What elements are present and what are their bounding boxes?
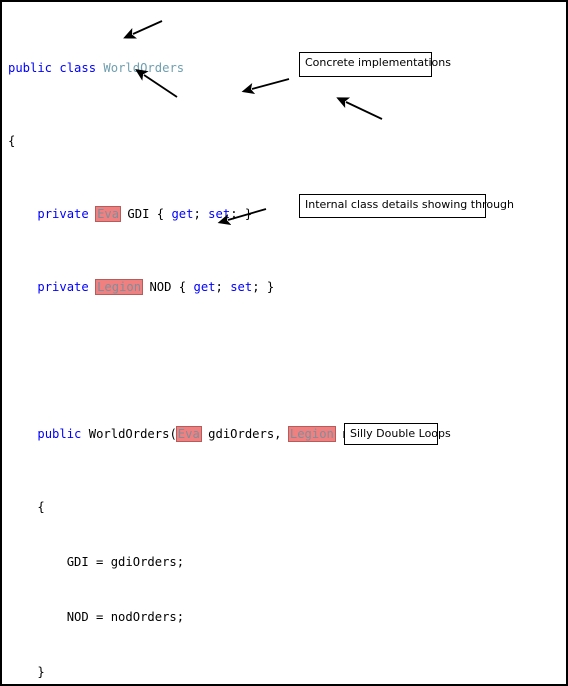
annotation-arrows-layer [123, 20, 383, 226]
arrow-to-legion-property [135, 69, 178, 98]
arrow-to-list-tacticalmove [217, 208, 267, 226]
code-screenshot-page: public class WorldOrders { private Eva G… [0, 0, 568, 686]
arrow-to-eva-property [123, 20, 163, 39]
arrow-to-eva-parameter [241, 78, 290, 95]
arrow-to-legion-parameter [336, 97, 383, 120]
